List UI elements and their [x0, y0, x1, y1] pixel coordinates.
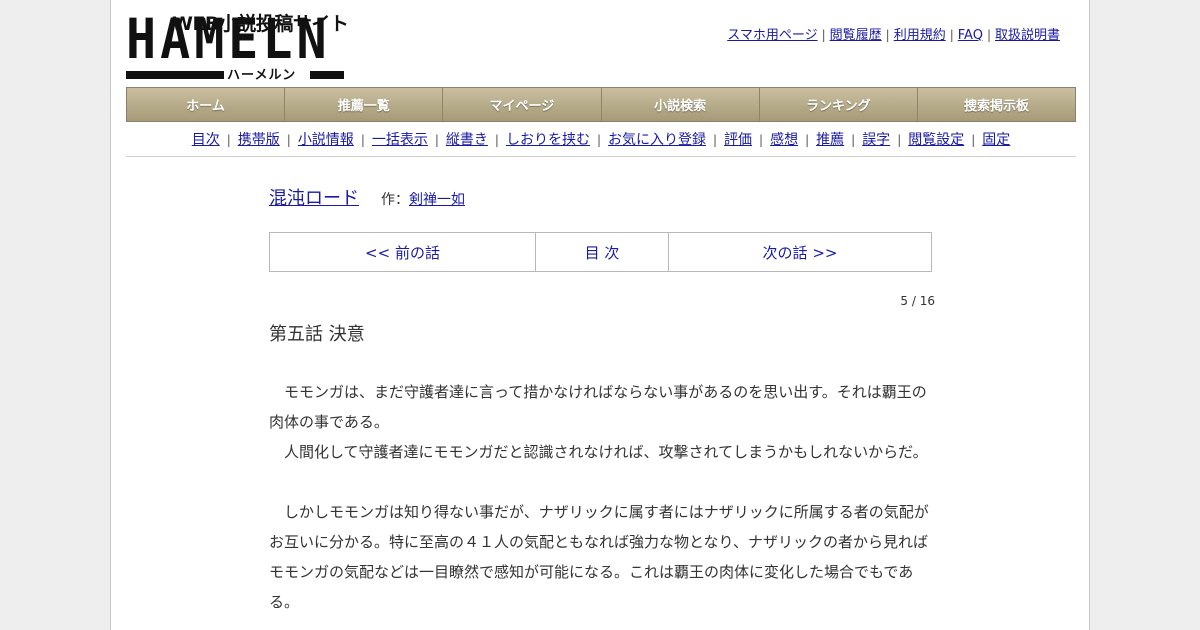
subnav-vertical[interactable]: 縦書き — [446, 132, 488, 148]
subnav-favorite[interactable]: お気に入り登録 — [608, 132, 706, 148]
link-terms[interactable]: 利用規約 — [894, 28, 946, 43]
novel-header: 混沌ロード 作：剣禅一如 — [269, 184, 933, 210]
body-line: お互いに分かる。特に至高の４１人の気配ともなれば強力な物となり、ナザリックの者か… — [269, 533, 928, 551]
body-line: る。 — [269, 593, 300, 611]
subnav-mobile[interactable]: 携帯版 — [238, 132, 280, 148]
subnav-bookmark[interactable]: しおりを挟む — [506, 132, 590, 148]
chapter-title: 第五話 決意 — [269, 324, 365, 345]
author-label: 作： — [381, 192, 409, 208]
toc-link[interactable]: 目 次 — [536, 233, 669, 271]
next-chapter-link[interactable]: 次の話 >> — [669, 233, 931, 271]
separator: | — [360, 133, 365, 147]
separator: | — [851, 133, 856, 147]
nav-recommendations[interactable]: 推薦一覧 — [285, 88, 444, 121]
subnav-pin[interactable]: 固定 — [982, 132, 1010, 148]
nav-mypage[interactable]: マイページ — [443, 88, 602, 121]
novel-title-link[interactable]: 混沌ロード — [269, 188, 359, 209]
logo-underline-left — [126, 71, 224, 79]
separator: | — [897, 133, 902, 147]
subnav-typo[interactable]: 誤字 — [862, 132, 890, 148]
logo-kana: ハーメルン — [227, 68, 297, 83]
novel-sub-nav: 目次 | 携帯版 | 小説情報 | 一括表示 | 縦書き | しおりを挟む | お気に入り登録 | 評価 | 感… — [126, 129, 1076, 149]
link-manual[interactable]: 取扱説明書 — [995, 28, 1060, 43]
body-line: 人間化して守護者達にモモンガだと認識されなければ、攻撃されてしまうかもしれないか… — [269, 443, 928, 461]
nav-novel-search[interactable]: 小説検索 — [602, 88, 760, 121]
subnav-comments[interactable]: 感想 — [770, 132, 798, 148]
page-container: WEB小説投稿サイト HAMELN ハーメルン スマホ用ページ | 閲覧履歴 | 利用規… — [110, 0, 1090, 630]
subnav-toc[interactable]: 目次 — [192, 132, 220, 148]
subnav-rating[interactable]: 評価 — [724, 132, 752, 148]
link-history[interactable]: 閲覧履歴 — [830, 28, 882, 43]
body-line: モモンガの気配などは一目瞭然で感知が可能になる。これは覇王の肉体に変化した場合で… — [269, 563, 914, 581]
subnav-novel-info[interactable]: 小説情報 — [298, 132, 354, 148]
separator: | — [971, 133, 976, 147]
separator: | — [286, 133, 291, 147]
chapter-pager: << 前の話 目 次 次の話 >> — [269, 232, 932, 272]
separator: | — [986, 28, 991, 42]
nav-home[interactable]: ホーム — [127, 88, 286, 121]
divider — [126, 156, 1076, 157]
author-link[interactable]: 剣禅一如 — [409, 192, 465, 208]
separator: | — [494, 133, 499, 147]
separator: | — [821, 28, 826, 42]
subnav-reading-settings[interactable]: 閲覧設定 — [908, 132, 964, 148]
chapter-content: 混沌ロード 作：剣禅一如 << 前の話 目 次 次の話 >> 5 / 16 第五話… — [269, 184, 935, 611]
nav-search-board[interactable]: 捜索掲示板 — [918, 88, 1075, 121]
separator: | — [759, 133, 764, 147]
subnav-recommend[interactable]: 推薦 — [816, 132, 844, 148]
separator: | — [949, 28, 954, 42]
link-smartphone-page[interactable]: スマホ用ページ — [727, 28, 817, 43]
chapter-counter: 5 / 16 — [900, 294, 935, 308]
logo-wordmark: HAMELN — [126, 7, 331, 72]
prev-chapter-link[interactable]: << 前の話 — [270, 233, 536, 271]
separator: | — [713, 133, 718, 147]
separator: | — [434, 133, 439, 147]
body-line: しかしモモンガは知り得ない事だが、ナザリックに属す者にはナザリックに所属する者の… — [269, 503, 929, 521]
hameln-logo[interactable]: WEB小説投稿サイト HAMELN ハーメルン — [126, 7, 349, 83]
separator: | — [596, 133, 601, 147]
chapter-body: モモンガは、まだ守護者達に言って措かなければならない事があるのを思い出す。それは… — [269, 377, 933, 617]
body-blank-line — [269, 467, 933, 497]
body-line: 肉体の事である。 — [269, 413, 389, 431]
link-faq[interactable]: FAQ — [958, 28, 983, 43]
top-links: スマホ用ページ | 閲覧履歴 | 利用規約 | FAQ | 取扱説明書 — [727, 24, 1060, 43]
separator: | — [885, 28, 890, 42]
nav-ranking[interactable]: ランキング — [760, 88, 918, 121]
body-line: モモンガは、まだ守護者達に言って措かなければならない事があるのを思い出す。それは… — [269, 383, 927, 401]
subnav-show-all[interactable]: 一括表示 — [372, 132, 428, 148]
separator: | — [226, 133, 231, 147]
main-nav-bar: ホーム 推薦一覧 マイページ 小説検索 ランキング 捜索掲示板 — [126, 87, 1076, 122]
separator: | — [805, 133, 810, 147]
logo-underline-right — [310, 71, 344, 79]
